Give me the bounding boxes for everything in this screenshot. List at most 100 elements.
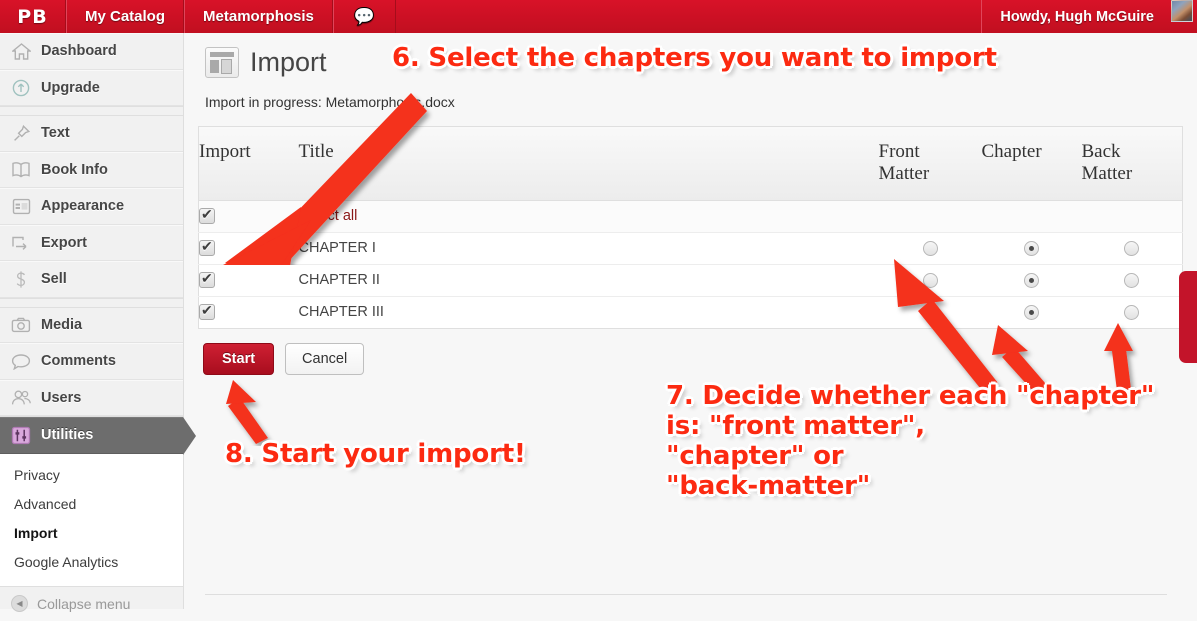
sidebar-item-media[interactable]: Media [0, 306, 183, 343]
table-body: Select all CHAPTER I [198, 200, 1183, 329]
cell-back-matter-radio [1081, 295, 1183, 329]
sidebar-group-media: Media Comments Users [0, 306, 183, 417]
sidebar-item-utilities[interactable]: Utilities [0, 417, 196, 455]
cell-chapter-radio [981, 231, 1082, 265]
chapter-radio[interactable] [1024, 304, 1039, 320]
cell-front-matter-radio [878, 263, 982, 297]
sidebar-item-label: Users [41, 389, 82, 406]
chapter-radio[interactable] [1024, 272, 1039, 288]
sidebar-item-label: Upgrade [41, 79, 100, 96]
sidebar-group-primary: Dashboard Upgrade [0, 33, 183, 107]
adminbar-spacer [396, 0, 981, 33]
select-all-label[interactable]: Select all [299, 208, 358, 224]
pushpin-icon [10, 123, 32, 143]
cell-import-checkbox [198, 295, 299, 329]
sidebar-item-label: Comments [41, 353, 116, 370]
row-import-checkbox[interactable] [199, 238, 215, 257]
sidebar-item-dashboard[interactable]: Dashboard [0, 33, 183, 70]
sidebar-item-label: Book Info [41, 161, 108, 178]
page-header: Import [184, 33, 1197, 78]
admin-bar: PB My Catalog Metamorphosis 💬 Howdy, Hug… [0, 0, 1197, 33]
sidebar-item-sell[interactable]: Sell [0, 261, 183, 298]
import-status-text: Import in progress: Metamorphosis.docx [205, 94, 455, 110]
cell-select-all-label: Select all [298, 200, 879, 233]
sidebar-item-export[interactable]: Export [0, 224, 183, 261]
table-row: CHAPTER II [198, 263, 1183, 297]
cell-select-all-checkbox [198, 200, 299, 233]
front-matter-radio[interactable] [922, 272, 938, 288]
feedback-tab[interactable] [1179, 271, 1197, 363]
layout-icon [10, 196, 32, 216]
column-header-front-matter: Front Matter [878, 126, 982, 201]
cell-chapter-title: CHAPTER II [298, 263, 879, 297]
cell-front-matter-radio [878, 295, 982, 329]
adminbar-item-my-catalog[interactable]: My Catalog [66, 0, 185, 33]
sidebar-item-label: Sell [41, 271, 67, 288]
cell-empty-back [1081, 200, 1183, 233]
row-import-checkbox[interactable] [199, 270, 215, 289]
users-icon [10, 388, 32, 408]
sidebar-item-appearance[interactable]: Appearance [0, 188, 183, 225]
sidebar-item-label: Media [41, 316, 83, 333]
front-matter-radio[interactable] [922, 240, 938, 256]
cell-front-matter-radio [878, 231, 982, 265]
form-actions: Start Cancel [184, 329, 1197, 376]
adminbar-item-metamorphosis[interactable]: Metamorphosis [184, 0, 333, 33]
table-row: CHAPTER I [198, 231, 1183, 265]
cell-import-checkbox [198, 231, 299, 265]
cancel-button[interactable]: Cancel [285, 342, 365, 376]
sidebar-item-upgrade[interactable]: Upgrade [0, 69, 183, 106]
collapse-menu-label: Collapse menu [37, 595, 131, 612]
sidebar: Dashboard Upgrade Text Book Info Appeara… [0, 33, 196, 613]
sidebar-item-label: Dashboard [41, 43, 117, 60]
dollar-icon [10, 269, 32, 289]
column-header-title: Title [298, 126, 879, 201]
table-header-row: Import Title Front Matter Chapter Back M… [198, 126, 1183, 201]
sidebar-item-label: Export [41, 234, 87, 251]
sidebar-submenu-utilities: Privacy Advanced Import Google Analytics [0, 453, 183, 587]
sidebar-item-text[interactable]: Text [0, 115, 183, 152]
start-button[interactable]: Start [203, 342, 275, 376]
pb-logo[interactable]: PB [0, 0, 66, 33]
cell-empty-front [878, 200, 982, 233]
submenu-item-import[interactable]: Import [0, 519, 183, 548]
cell-chapter-title: CHAPTER III [298, 295, 879, 329]
import-page-icon [205, 47, 239, 78]
sidebar-item-label: Appearance [41, 198, 125, 215]
column-header-import: Import [198, 126, 299, 201]
sidebar-item-book-info[interactable]: Book Info [0, 151, 183, 188]
sidebar-item-users[interactable]: Users [0, 379, 183, 416]
page-title: Import [250, 47, 327, 77]
submenu-item-advanced[interactable]: Advanced [0, 490, 183, 519]
sidebar-item-comments[interactable]: Comments [0, 343, 183, 380]
back-matter-radio[interactable] [1124, 272, 1140, 288]
collapse-menu-button[interactable]: ◀ Collapse menu [0, 587, 183, 621]
table-row-select-all: Select all [198, 200, 1183, 233]
cell-chapter-radio [981, 263, 1082, 297]
speech-bubble-icon[interactable]: 💬 [332, 0, 397, 33]
back-matter-radio[interactable] [1124, 240, 1140, 256]
chapters-table: Import Title Front Matter Chapter Back M… [198, 126, 1183, 329]
avatar[interactable] [1171, 0, 1193, 22]
row-import-checkbox[interactable] [199, 302, 215, 321]
submenu-item-privacy[interactable]: Privacy [0, 461, 183, 490]
column-header-back-matter: Back Matter [1081, 126, 1183, 201]
upgrade-arrow-icon [10, 78, 32, 98]
cell-chapter-radio [981, 295, 1082, 329]
table-row: CHAPTER III [198, 295, 1183, 329]
back-matter-radio[interactable] [1124, 304, 1140, 320]
select-all-checkbox[interactable] [199, 206, 215, 225]
chapter-radio[interactable] [1024, 240, 1039, 256]
front-matter-radio[interactable] [922, 304, 938, 320]
speech-bubble-icon [10, 351, 32, 371]
main-content: Import Import in progress: Metamorphosis… [184, 33, 1197, 609]
howdy-user-menu[interactable]: Howdy, Hugh McGuire [981, 0, 1162, 33]
cell-chapter-title: CHAPTER I [298, 231, 879, 265]
cell-back-matter-radio [1081, 263, 1183, 297]
submenu-item-google-analytics[interactable]: Google Analytics [0, 548, 183, 577]
book-icon [10, 160, 32, 180]
table-header: Import Title Front Matter Chapter Back M… [198, 126, 1183, 201]
cell-import-checkbox [198, 263, 299, 297]
sidebar-item-label: Utilities [41, 427, 94, 444]
chevron-left-icon: ◀ [11, 595, 28, 613]
